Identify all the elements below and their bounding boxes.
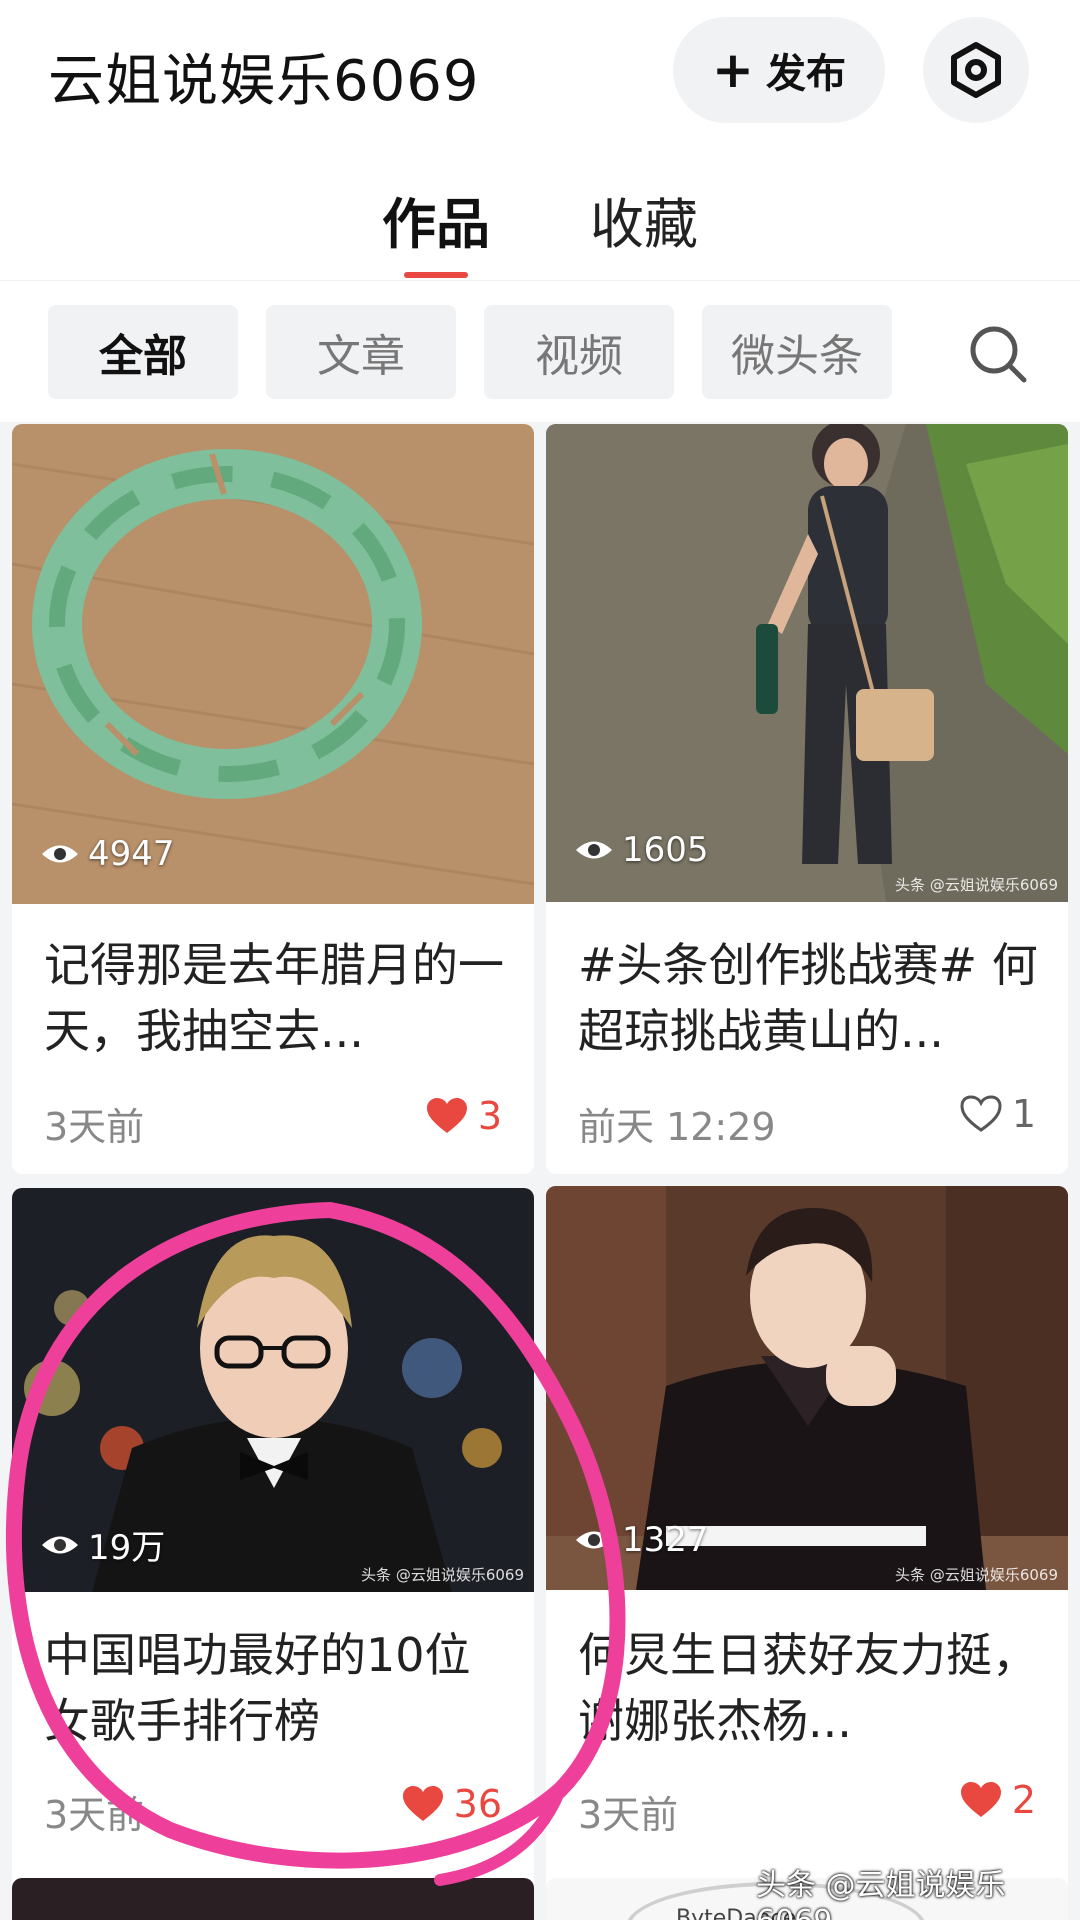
filter-all[interactable]: 全部 — [48, 305, 238, 399]
post-title[interactable]: 记得那是去年腊月的一天，我抽空去... — [44, 932, 506, 1064]
post-title[interactable]: 中国唱功最好的10位女歌手排行榜 — [44, 1622, 506, 1754]
search-icon[interactable] — [966, 322, 1030, 386]
filter-articles[interactable]: 文章 — [266, 305, 456, 399]
filter-bar: 全部 文章 视频 微头条 — [0, 280, 1080, 422]
post-card[interactable]: 4947 记得那是去年腊月的一天，我抽空去... 3天前 3 — [12, 424, 534, 1174]
corner-watermark: 头条 @云姐说娱乐6069 — [756, 1868, 1006, 1920]
plus-icon: + — [712, 41, 754, 99]
post-time: 3天前 — [578, 1793, 679, 1837]
post-card[interactable]: 1605 头条 @云姐说娱乐6069 #头条创作挑战赛# 何超琼挑战黄山的...… — [546, 424, 1068, 1174]
post-time: 前天 12:29 — [578, 1105, 776, 1149]
active-tab-indicator — [404, 272, 468, 278]
image-watermark: 头条 @云姐说娱乐6069 — [895, 1566, 1058, 1584]
heart-filled-icon — [960, 1782, 1001, 1817]
post-time: 3天前 — [44, 1793, 145, 1837]
eye-icon — [42, 845, 78, 863]
publish-button[interactable]: + 发布 — [673, 17, 885, 123]
eye-icon — [576, 1531, 612, 1549]
view-count: 1605 — [574, 830, 709, 870]
like-button[interactable]: 1 — [960, 1092, 1036, 1136]
filter-micro-posts[interactable]: 微头条 — [702, 305, 892, 399]
like-button[interactable]: 36 — [402, 1782, 502, 1826]
view-count: 4947 — [40, 834, 175, 874]
post-time: 3天前 — [44, 1105, 145, 1149]
image-watermark: 头条 @云姐说娱乐6069 — [361, 1566, 524, 1584]
filter-videos[interactable]: 视频 — [484, 305, 674, 399]
post-card[interactable]: 1327 头条 @云姐说娱乐6069 何炅生日获好友力挺，谢娜张杰杨... 3天… — [546, 1186, 1068, 1912]
profile-header: 云姐说娱乐6069 + 发布 作品 收藏 — [0, 0, 1080, 280]
post-title[interactable]: 何炅生日获好友力挺，谢娜张杰杨... — [578, 1622, 1040, 1754]
publish-label: 发布 — [765, 51, 846, 97]
post-card[interactable]: 19万 头条 @云姐说娱乐6069 中国唱功最好的10位女歌手排行榜 3天前 3… — [12, 1188, 534, 1912]
profile-page: 云姐说娱乐6069 + 发布 作品 收藏 全部 文章 视频 微头条 4947 记… — [0, 0, 1080, 1920]
settings-hexagon-icon — [951, 42, 1001, 98]
tab-favorites[interactable]: 收藏 — [590, 180, 698, 259]
tab-works[interactable]: 作品 — [382, 180, 490, 259]
eye-icon — [576, 841, 612, 859]
settings-button[interactable] — [923, 17, 1029, 123]
like-button[interactable]: 3 — [426, 1094, 502, 1138]
account-title: 云姐说娱乐6069 — [48, 49, 480, 114]
image-watermark: 头条 @云姐说娱乐6069 — [895, 876, 1058, 894]
view-count: 19万 — [40, 1520, 165, 1569]
eye-icon — [42, 1536, 78, 1553]
heart-outline-icon — [960, 1095, 1002, 1132]
heart-filled-icon — [402, 1786, 443, 1821]
post-thumbnail — [12, 424, 534, 904]
heart-filled-icon — [426, 1098, 467, 1133]
post-card-partial[interactable] — [12, 1878, 534, 1920]
post-title[interactable]: #头条创作挑战赛# 何超琼挑战黄山的... — [578, 932, 1040, 1064]
view-count: 1327 — [574, 1520, 709, 1560]
like-button[interactable]: 2 — [960, 1778, 1036, 1822]
